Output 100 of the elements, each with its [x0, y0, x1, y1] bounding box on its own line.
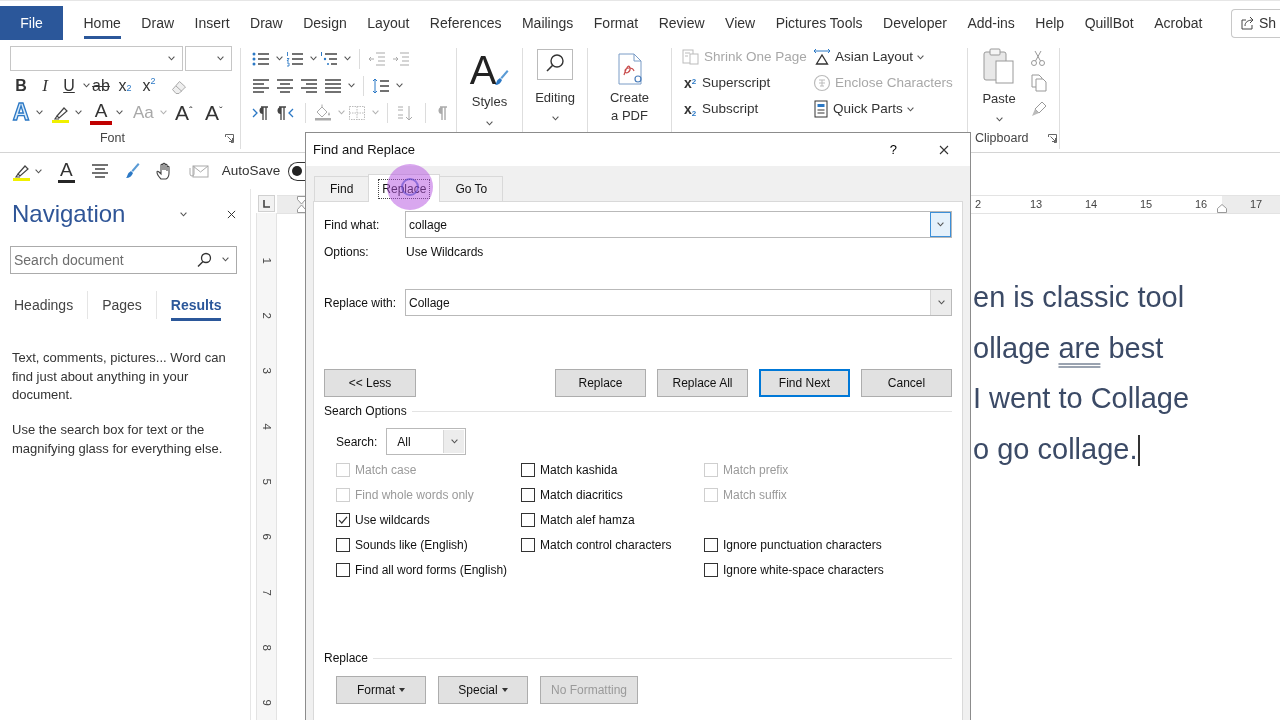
underline-button[interactable]: U: [58, 73, 80, 98]
marker-icon[interactable]: [1030, 100, 1048, 118]
multilevel-list-icon[interactable]: [320, 50, 338, 67]
dropdown-button[interactable]: [930, 212, 951, 237]
shrink-font-button[interactable]: A$^{ˇ}$: [202, 100, 225, 125]
ribbon-tab[interactable]: Draw: [250, 7, 283, 39]
caret-icon[interactable]: [116, 110, 123, 115]
caret-icon[interactable]: [75, 110, 82, 115]
checkbox[interactable]: [704, 562, 718, 577]
ribbon-tab[interactable]: Developer: [883, 7, 947, 39]
bulleted-list-icon[interactable]: [252, 50, 270, 67]
scissors-icon[interactable]: [1030, 50, 1046, 66]
dialog-launcher-icon[interactable]: [1047, 133, 1057, 143]
caret-icon[interactable]: [276, 56, 283, 61]
italic-button[interactable]: I: [34, 73, 56, 98]
align-left-icon[interactable]: [252, 77, 270, 94]
indent-marker-icon[interactable]: [297, 196, 306, 213]
checkbox[interactable]: [521, 537, 535, 552]
checkbox[interactable]: [521, 487, 535, 502]
line-spacing-icon[interactable]: [372, 77, 390, 94]
checkbox[interactable]: [336, 537, 350, 552]
pane-tab[interactable]: Headings: [14, 289, 74, 321]
ribbon-tab[interactable]: Format: [593, 7, 639, 39]
tab-stop-selector-icon[interactable]: [258, 195, 275, 212]
right-to-left-icon[interactable]: [276, 104, 294, 121]
dialog-tab[interactable]: Find: [314, 176, 370, 201]
share-button[interactable]: Sh: [1231, 8, 1280, 38]
checkbox[interactable]: [336, 512, 350, 527]
ribbon-tab[interactable]: QuillBot: [1084, 7, 1134, 39]
superscript-button[interactable]: x$^{2}$: [138, 73, 160, 98]
close-icon[interactable]: [939, 144, 949, 155]
justify-icon[interactable]: [324, 77, 342, 94]
left-to-right-icon[interactable]: [252, 104, 270, 121]
ribbon-tab[interactable]: Review: [658, 7, 705, 39]
subscript-button[interactable]: x$_{2}$ Subscript: [682, 96, 759, 122]
dialog-button[interactable]: Cancel: [861, 369, 952, 397]
bold-button[interactable]: B: [10, 73, 32, 98]
dialog-button[interactable]: Find Next: [759, 369, 850, 397]
find-what-field[interactable]: collage: [405, 211, 952, 238]
font-name-field[interactable]: [10, 46, 183, 71]
styles-button[interactable]: A Styles: [469, 49, 510, 126]
help-button[interactable]: ?: [889, 139, 897, 160]
dialog-button[interactable]: Replace: [555, 369, 646, 397]
caret-icon[interactable]: [344, 56, 351, 61]
indent-marker-icon[interactable]: [1217, 204, 1227, 213]
create-pdf-button[interactable]: Create a PDF: [606, 53, 653, 125]
close-icon[interactable]: [227, 209, 236, 219]
align-right-icon[interactable]: [300, 77, 318, 94]
dialog-button[interactable]: Format: [336, 676, 426, 704]
caret-icon[interactable]: [83, 83, 90, 88]
align-center-icon[interactable]: [90, 163, 109, 179]
font-color-button[interactable]: A: [90, 100, 112, 125]
file-tab[interactable]: File: [0, 6, 63, 40]
align-center-icon[interactable]: [276, 77, 294, 94]
caret-icon[interactable]: [348, 83, 355, 88]
caret-icon[interactable]: [396, 83, 403, 88]
caret-icon[interactable]: [222, 257, 229, 262]
pane-tab[interactable]: Results: [170, 289, 222, 321]
checkbox[interactable]: [521, 512, 535, 527]
dialog-tab[interactable]: Go To: [439, 176, 504, 201]
dialog-launcher-icon[interactable]: [225, 133, 234, 143]
paste-button[interactable]: Paste: [982, 47, 1016, 122]
replace-with-field[interactable]: Collage: [405, 289, 952, 316]
search-field[interactable]: Search document: [10, 246, 237, 274]
hand-icon[interactable]: [155, 162, 172, 180]
less-button[interactable]: << Less: [324, 369, 416, 397]
ribbon-tab[interactable]: Mailings: [521, 7, 574, 39]
dialog-button[interactable]: Special: [438, 676, 528, 704]
editing-button[interactable]: Editing: [535, 49, 575, 121]
ribbon-tab[interactable]: Layout: [367, 7, 410, 39]
search-dropdown[interactable]: All: [386, 428, 467, 455]
brush-icon[interactable]: [123, 162, 140, 180]
grow-font-button[interactable]: A$^{ˆ}$: [172, 100, 195, 125]
font-size-field[interactable]: [185, 46, 232, 71]
strikethrough-button[interactable]: ab: [90, 73, 112, 98]
ribbon-tab[interactable]: Home: [83, 7, 121, 39]
caret-icon[interactable]: [310, 56, 317, 61]
ribbon-tab[interactable]: Pictures Tools: [775, 7, 863, 39]
ribbon-tab[interactable]: Draw: [141, 7, 175, 39]
ribbon-tab[interactable]: Acrobat: [1154, 7, 1203, 39]
pane-tab[interactable]: Pages: [102, 289, 142, 321]
asian-layout-button[interactable]: Asian Layout: [813, 44, 925, 70]
superscript-button[interactable]: x$^{2}$ Superscript: [682, 70, 771, 96]
dialog-button[interactable]: Replace All: [657, 369, 748, 397]
checkbox[interactable]: [336, 562, 350, 577]
ribbon-tab[interactable]: View: [725, 7, 756, 39]
ribbon-tab[interactable]: Design: [303, 7, 347, 39]
caret-icon[interactable]: [35, 168, 42, 174]
font-color-button[interactable]: A: [58, 159, 75, 183]
ribbon-tab[interactable]: Help: [1035, 7, 1065, 39]
ribbon-tab[interactable]: References: [429, 7, 502, 39]
ribbon-tab[interactable]: Insert: [194, 7, 230, 39]
caret-icon[interactable]: [180, 211, 187, 217]
caret-icon[interactable]: [36, 110, 43, 115]
checkbox[interactable]: [704, 537, 718, 552]
ribbon-tab[interactable]: Add-ins: [967, 7, 1015, 39]
search-icon[interactable]: [196, 252, 212, 268]
quick-parts-button[interactable]: Quick Parts: [813, 96, 914, 122]
checkbox[interactable]: [521, 462, 535, 477]
numbered-list-icon[interactable]: [286, 50, 304, 67]
